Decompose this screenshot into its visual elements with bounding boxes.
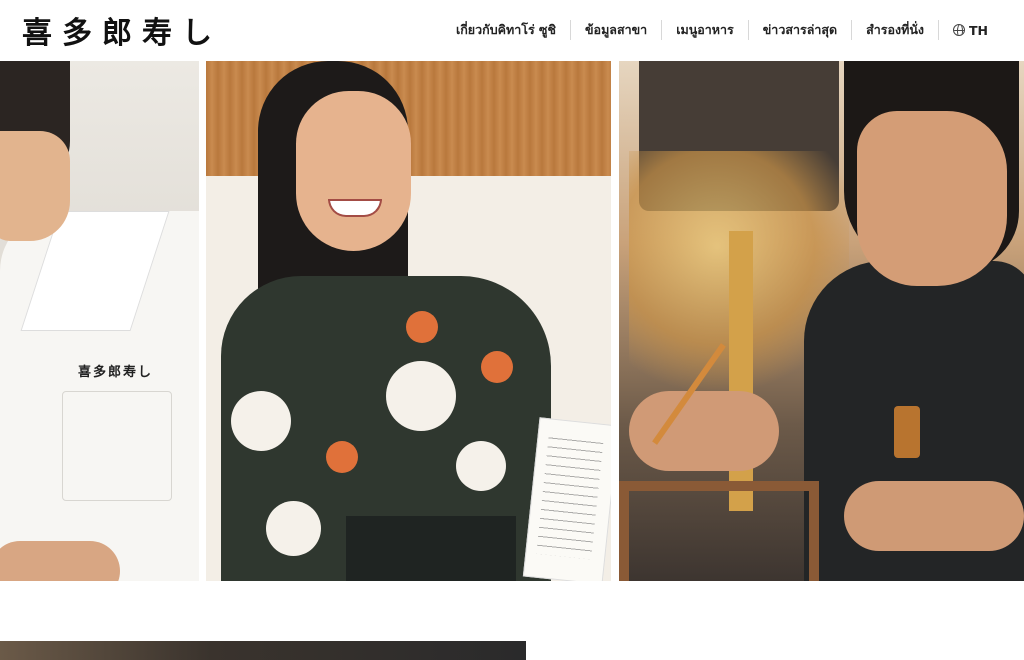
staff-face [296, 91, 411, 251]
handwritten-menu-card [522, 417, 611, 581]
wooden-name-tag [894, 406, 920, 458]
grill-rack [619, 481, 819, 581]
hero-photo-staff-yukata [206, 61, 611, 581]
chef-hand [844, 481, 1024, 551]
nav-item-branches[interactable]: ข้อมูลสาขา [570, 20, 661, 40]
yukata-flower [266, 501, 321, 556]
nav-item-reservation[interactable]: สำรองที่นั่ง [851, 20, 938, 40]
yukata-obi [346, 516, 516, 581]
nav-item-about[interactable]: เกี่ยวกับคิทาโร่ ซูชิ [442, 20, 570, 40]
chef-hand [0, 541, 120, 581]
chef-face [857, 111, 1007, 286]
main-navigation: เกี่ยวกับคิทาโร่ ซูชิ ข้อมูลสาขา เมนูอาห… [442, 18, 1002, 42]
language-switcher[interactable]: TH [938, 20, 1002, 40]
hero-photo-chef-grilling [619, 61, 1024, 581]
nav-item-news[interactable]: ข่าวสารล่าสุด [747, 20, 851, 40]
nav-item-menu[interactable]: เมนูอาหาร [661, 20, 748, 40]
yukata-flower-orange [481, 351, 513, 383]
language-label: TH [969, 22, 988, 38]
next-section-image [0, 641, 526, 660]
site-logo[interactable]: 喜多郎寿し [22, 10, 222, 51]
globe-icon [953, 24, 965, 36]
chef-face [0, 131, 70, 241]
hero-photo-chef-white: 喜多郎寿し [0, 61, 199, 581]
yukata-flower [231, 391, 291, 451]
yukata-flower-orange [326, 441, 358, 473]
yukata-flower [456, 441, 506, 491]
yukata-flower-orange [406, 311, 438, 343]
yukata-flower [386, 361, 456, 431]
chef-arm [629, 391, 779, 471]
coat-pocket [62, 391, 172, 501]
coat-embroidery: 喜多郎寿し [78, 365, 154, 380]
site-header: 喜多郎寿し เกี่ยวกับคิทาโร่ ซูชิ ข้อมูลสาขา เ… [0, 0, 1024, 60]
